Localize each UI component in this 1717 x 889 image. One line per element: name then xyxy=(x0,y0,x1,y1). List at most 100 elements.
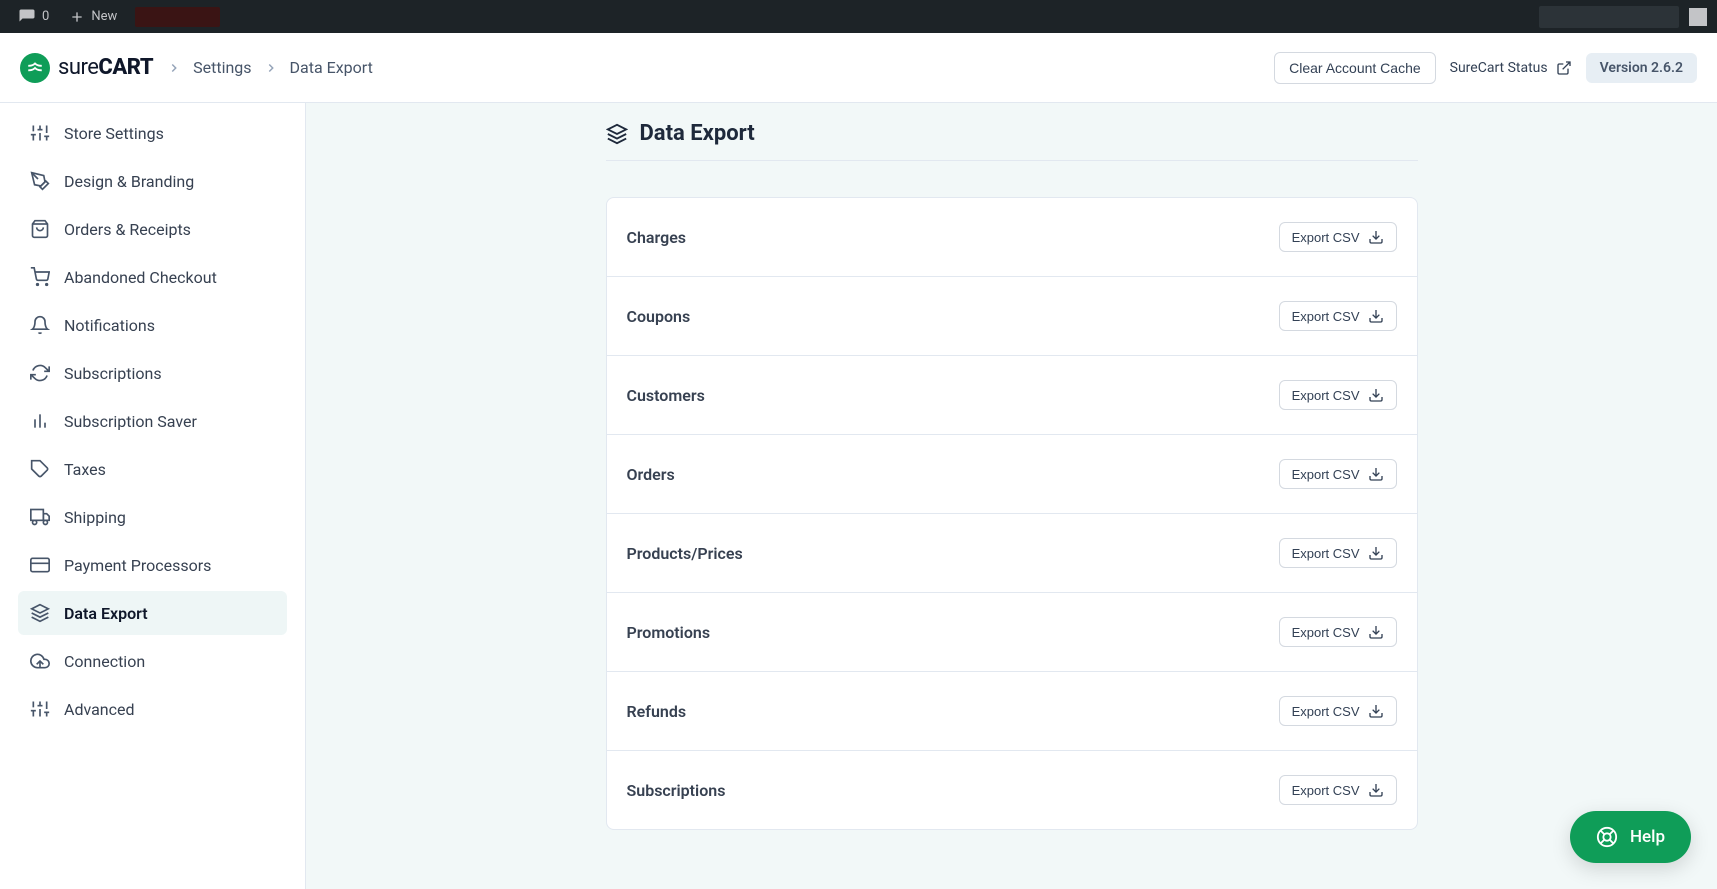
sidebar-item-taxes[interactable]: Taxes xyxy=(18,447,287,491)
export-csv-button[interactable]: Export CSV xyxy=(1279,459,1397,489)
export-row: Charges Export CSV xyxy=(607,198,1417,277)
tag-icon xyxy=(30,459,50,479)
clear-cache-label: Clear Account Cache xyxy=(1289,60,1421,76)
export-row: Subscriptions Export CSV xyxy=(607,751,1417,829)
logo-mark-icon xyxy=(26,59,44,77)
export-row-label: Promotions xyxy=(627,623,711,642)
sidebar-item-label: Store Settings xyxy=(64,124,164,143)
export-csv-button[interactable]: Export CSV xyxy=(1279,617,1397,647)
breadcrumb: Settings Data Export xyxy=(167,58,373,77)
export-row: Customers Export CSV xyxy=(607,356,1417,435)
sidebar-item-orders-receipts[interactable]: Orders & Receipts xyxy=(18,207,287,251)
sidebar-item-label: Subscriptions xyxy=(64,364,162,383)
export-row: OrdersExport CSV xyxy=(607,435,1417,514)
bag-icon xyxy=(30,219,50,239)
sidebar-item-label: Subscription Saver xyxy=(64,412,197,431)
export-row-label: Charges xyxy=(627,228,687,247)
sidebar-item-abandoned-checkout[interactable]: Abandoned Checkout xyxy=(18,255,287,299)
export-row: Promotions Export CSV xyxy=(607,593,1417,672)
sidebar-item-label: Data Export xyxy=(64,604,148,623)
export-csv-button[interactable]: Export CSV xyxy=(1279,538,1397,568)
sidebar-item-notifications[interactable]: Notifications xyxy=(18,303,287,347)
export-row-label: Customers xyxy=(627,386,705,405)
topbar-actions: Clear Account Cache SureCart Status Vers… xyxy=(1274,52,1697,84)
layers-icon xyxy=(606,123,628,145)
sidebar-item-subscriptions[interactable]: Subscriptions xyxy=(18,351,287,395)
version-badge: Version 2.6.2 xyxy=(1586,53,1697,83)
export-btn-label: Export CSV xyxy=(1292,467,1360,482)
sidebar-item-data-export[interactable]: Data Export xyxy=(18,591,287,635)
sidebar-item-subscription-saver[interactable]: Subscription Saver xyxy=(18,399,287,443)
layers-icon xyxy=(30,603,50,623)
refresh-icon xyxy=(30,363,50,383)
export-btn-label: Export CSV xyxy=(1292,546,1360,561)
topbar: sureCART Settings Data Export Clear Acco… xyxy=(0,33,1717,103)
export-btn-label: Export CSV xyxy=(1292,625,1360,640)
wp-new-link[interactable]: New xyxy=(61,0,125,33)
version-label: Version 2.6.2 xyxy=(1600,60,1683,76)
sidebar-item-label: Shipping xyxy=(64,508,126,527)
export-csv-button[interactable]: Export CSV xyxy=(1279,301,1397,331)
breadcrumb-settings[interactable]: Settings xyxy=(193,58,251,77)
export-row-label: Products/Prices xyxy=(627,544,743,563)
sidebar-item-label: Payment Processors xyxy=(64,556,211,575)
brand-logo[interactable] xyxy=(20,53,50,83)
export-row-label: Refunds xyxy=(627,702,687,721)
wp-avatar[interactable] xyxy=(1689,8,1707,26)
sidebar-item-label: Advanced xyxy=(64,700,135,719)
export-btn-label: Export CSV xyxy=(1292,230,1360,245)
surecart-status-link[interactable]: SureCart Status xyxy=(1450,60,1572,76)
truck-icon xyxy=(30,507,50,527)
bars-icon xyxy=(30,411,50,431)
brand-name-bold: CART xyxy=(98,55,153,80)
sidebar-item-label: Orders & Receipts xyxy=(64,220,191,239)
download-icon xyxy=(1368,466,1384,482)
export-btn-label: Export CSV xyxy=(1292,704,1360,719)
chevron-right-icon xyxy=(264,61,278,75)
wp-toolbar-redacted xyxy=(135,7,220,27)
brand-name[interactable]: sureCART xyxy=(58,55,153,80)
external-link-icon xyxy=(1556,60,1572,76)
sidebar-item-payment-processors[interactable]: Payment Processors xyxy=(18,543,287,587)
wp-comments-count: 0 xyxy=(42,9,49,24)
sidebar: Store Settings Design & Branding Orders & … xyxy=(0,103,306,889)
sidebar-item-store-settings[interactable]: Store Settings xyxy=(18,111,287,155)
plus-icon xyxy=(69,9,85,25)
breadcrumb-data-export[interactable]: Data Export xyxy=(290,58,373,77)
sidebar-item-advanced[interactable]: Advanced xyxy=(18,687,287,731)
pen-icon xyxy=(30,171,50,191)
sliders-icon xyxy=(30,699,50,719)
sliders-icon xyxy=(30,123,50,143)
cart-icon xyxy=(30,267,50,287)
status-label: SureCart Status xyxy=(1450,60,1548,76)
export-btn-label: Export CSV xyxy=(1292,388,1360,403)
export-row-label: Subscriptions xyxy=(627,781,726,800)
export-csv-button[interactable]: Export CSV xyxy=(1279,222,1397,252)
main-content: Data Export Charges Export CSV Coupons Expo… xyxy=(306,103,1717,889)
download-icon xyxy=(1368,308,1384,324)
chevron-right-icon xyxy=(167,61,181,75)
export-btn-label: Export CSV xyxy=(1292,783,1360,798)
download-icon xyxy=(1368,703,1384,719)
clear-cache-button[interactable]: Clear Account Cache xyxy=(1274,52,1436,84)
sidebar-item-connection[interactable]: Connection xyxy=(18,639,287,683)
export-row: Products/Prices Export CSV xyxy=(607,514,1417,593)
bell-icon xyxy=(30,315,50,335)
export-csv-button[interactable]: Export CSV xyxy=(1279,775,1397,805)
wp-comments-link[interactable]: 0 xyxy=(10,0,57,33)
page-header: Data Export xyxy=(606,121,1418,161)
sidebar-item-label: Taxes xyxy=(64,460,106,479)
sidebar-item-design-branding[interactable]: Design & Branding xyxy=(18,159,287,203)
export-row-label: Coupons xyxy=(627,307,691,326)
export-card: ChargesExport CSVCouponsExport CSVCustom… xyxy=(606,197,1418,830)
help-fab[interactable]: Help xyxy=(1570,811,1691,863)
export-btn-label: Export CSV xyxy=(1292,309,1360,324)
card-icon xyxy=(30,555,50,575)
sidebar-item-shipping[interactable]: Shipping xyxy=(18,495,287,539)
export-csv-button[interactable]: Export CSV xyxy=(1279,380,1397,410)
brand-name-light: sure xyxy=(58,55,98,80)
download-icon xyxy=(1368,387,1384,403)
help-label: Help xyxy=(1630,827,1665,847)
wp-new-label: New xyxy=(91,9,117,24)
export-csv-button[interactable]: Export CSV xyxy=(1279,696,1397,726)
